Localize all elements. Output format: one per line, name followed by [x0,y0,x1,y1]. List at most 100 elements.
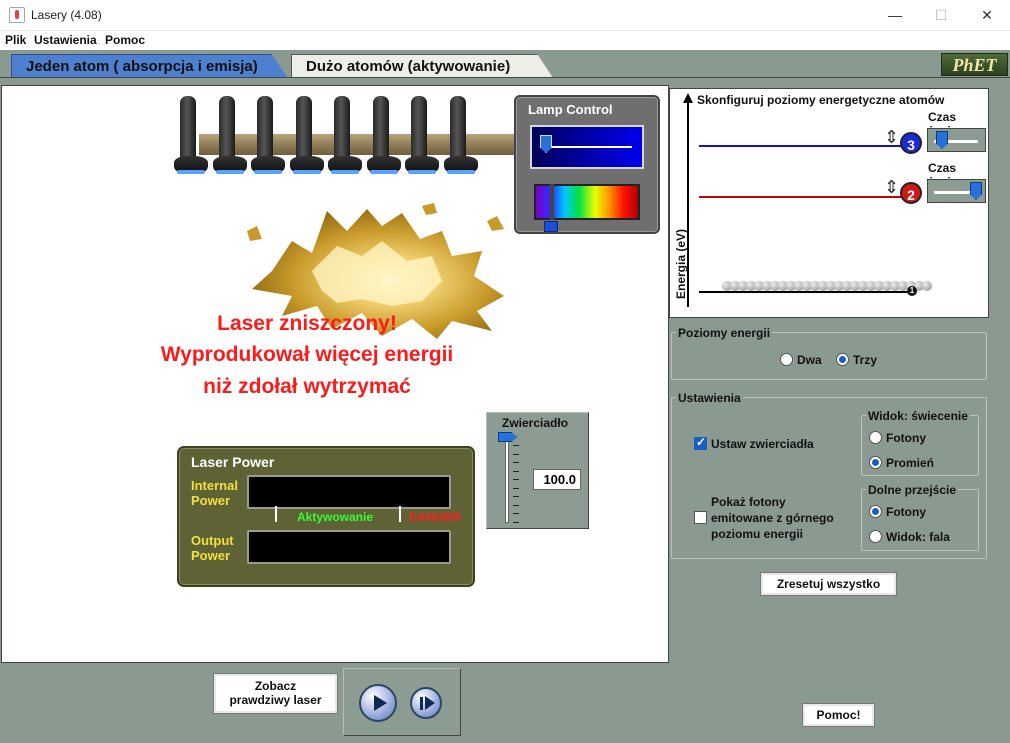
energy-diagram-title: Skonfiguruj poziomy energetyczne atomów [697,93,945,107]
minimize-button[interactable]: — [872,0,918,31]
danger-label: DANGER [409,510,462,524]
level-2-lifetime-slider[interactable] [927,179,986,203]
output-power-label-1: Output [191,533,234,548]
lower-photons-label[interactable]: Fotony [886,505,926,519]
set-mirrors-label[interactable]: Ustaw zwierciadła [711,437,814,451]
mirror-tick [513,504,519,506]
atom [922,281,932,291]
mirror-tick [513,521,519,523]
java-app-icon [9,7,25,23]
view-glow-title: Widok: świecenie [866,409,970,423]
radio-two-levels[interactable] [780,353,793,366]
play-icon [374,695,387,711]
step-button[interactable] [410,687,442,719]
settings-title: Ustawienia [676,391,743,405]
lower-wave-label[interactable]: Widok: fala [886,530,950,544]
level-2-drag-arrows-icon[interactable]: ⇕ [884,178,899,196]
energy-level-2-line[interactable] [699,196,904,198]
laser-power-title: Laser Power [191,454,275,470]
mirror-tick [513,453,519,455]
laser-destroyed-line3: niż zdołał wytrzymać [203,375,411,398]
wavelength-marker [550,184,554,220]
lamp [174,96,208,176]
radio-lower-photons[interactable] [869,505,882,518]
intensity-track [542,146,632,148]
output-power-meter [247,530,451,564]
mirror-value-field[interactable]: 100.0 [533,469,581,490]
level-3-lifetime-slider[interactable] [927,128,986,152]
lamp-control-panel: Lamp Control [514,95,660,234]
mirror-reflectivity-panel: Zwierciadło 100.0 [486,412,589,529]
playback-controls [343,668,461,736]
internal-power-label-1: Internal [191,478,238,493]
simulation-canvas: Laser zniszczony! Wyprodukował więcej en… [1,85,669,663]
energy-level-diagram: Skonfiguruj poziomy energetyczne atomów … [669,88,989,318]
tab-single-atom[interactable]: Jeden atom ( absorpcja i emisja) [11,54,288,78]
lamp [366,96,401,176]
meter-tick-activating [275,506,277,522]
play-button[interactable] [359,684,397,722]
radio-three-levels[interactable] [836,353,849,366]
show-photons-checkbox[interactable] [694,511,707,524]
meter-tick-danger [399,506,401,522]
internal-power-label-2: Power [191,493,231,508]
menu-bar: Plik Ustawienia Pomoc [0,31,1010,50]
lamp-control-title: Lamp Control [528,102,613,117]
mirror-slider-track[interactable] [505,437,509,523]
three-levels-label[interactable]: Trzy [853,353,877,367]
reset-all-button[interactable]: Zresetuj wszystko [760,572,897,596]
laser-destroyed-line2: Wyprodukował więcej energii [160,343,454,366]
see-real-laser-button[interactable]: Zobacz prawdziwy laser [213,673,338,714]
window-title: Lasery (4.08) [31,8,102,22]
level-3-drag-arrows-icon[interactable]: ⇕ [884,128,899,146]
step-bar-icon [420,697,423,710]
laser-destroyed-title: Laser zniszczony! [217,312,397,335]
close-button[interactable]: ✕ [964,0,1010,31]
show-photons-label-1[interactable]: Pokaż fotony [711,495,786,509]
lifetime-knob[interactable] [936,131,948,149]
energy-level-3-line[interactable] [699,145,904,147]
intensity-knob[interactable] [540,135,552,153]
two-levels-label[interactable]: Dwa [797,353,822,367]
lamp [405,96,439,176]
menu-help[interactable]: Pomoc [105,33,145,47]
maximize-button[interactable]: ☐ [918,0,964,31]
tab-many-atoms[interactable]: Dużo atomów (aktywowanie) [291,54,553,78]
laser-power-panel: Laser Power Internal Power Aktywowanie D… [177,446,475,587]
mirror-tick [513,462,519,463]
glow-beam-label[interactable]: Promień [886,456,934,470]
show-photons-label-3[interactable]: poziomu energii [711,527,803,541]
show-photons-label-2[interactable]: emitowane z górnego [711,511,834,525]
radio-glow-beam[interactable] [869,456,882,469]
lamp [212,96,247,176]
radio-glow-photons[interactable] [869,431,882,444]
lamp [443,96,478,176]
mirror-tick [513,496,519,497]
lower-transition-title: Dolne przejście [866,483,959,497]
mirror-title: Zwierciadło [502,416,569,430]
lifetime-knob[interactable] [970,182,982,200]
internal-power-meter [247,475,451,509]
energy-levels-title: Poziomy energii [676,326,773,340]
glow-photons-label[interactable]: Fotony [886,431,926,445]
level-3-badge: 3 [900,132,922,154]
set-mirrors-checkbox[interactable] [694,435,707,450]
help-button[interactable]: Pomoc! [802,703,875,727]
ground-state-atoms [722,281,934,293]
wavelength-knob[interactable] [544,221,558,232]
output-power-label-2: Power [191,548,231,563]
level-1-badge: 1 [907,286,917,296]
lamp [328,96,362,176]
phet-logo[interactable]: PhET [941,53,1008,76]
lamp-intensity-slider[interactable] [530,125,644,169]
mirror-tick [513,445,519,446]
activating-label: Aktywowanie [297,510,374,524]
mirror-tick [513,513,519,514]
y-axis-label: Energia (eV) [674,228,689,300]
menu-settings[interactable]: Ustawienia [34,33,97,47]
mirror-tick [513,487,519,489]
radio-lower-wave[interactable] [869,530,882,543]
mirror-slider-knob[interactable] [498,432,517,442]
see-real-laser-label-2: prawdziwy laser [229,693,322,707]
menu-file[interactable]: Plik [5,33,26,47]
